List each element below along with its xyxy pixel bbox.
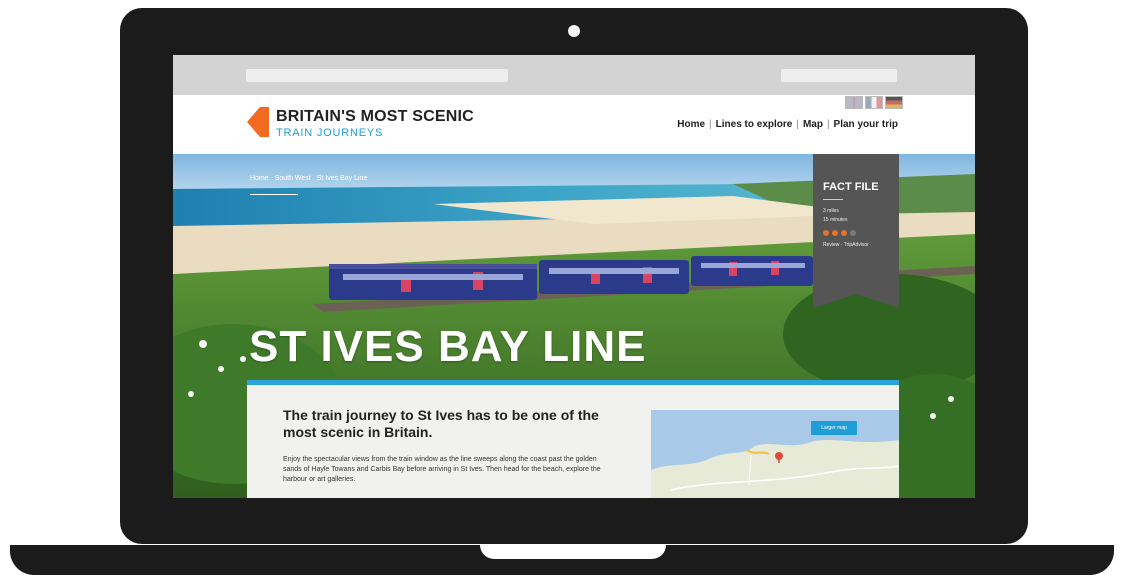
laptop-screen: BRITAIN'S MOST SCENIC TRAIN JOURNEYS Hom… (173, 55, 975, 498)
hero-title: ST IVES BAY LINE (249, 322, 647, 371)
nav-lines-to-explore[interactable]: Lines to explore (716, 119, 793, 130)
germany-flag-icon[interactable] (885, 96, 903, 109)
rating-star-icon (823, 230, 829, 236)
map-image (651, 410, 899, 498)
breadcrumb-home[interactable]: Home (250, 175, 269, 182)
address-bar[interactable] (246, 69, 508, 82)
uk-flag-icon[interactable] (845, 96, 863, 109)
fact-file-divider (823, 199, 843, 200)
rating-star-empty-icon (850, 230, 856, 236)
fact-file-review[interactable]: Review · TripAdvisor (823, 242, 869, 248)
site-header: BRITAIN'S MOST SCENIC TRAIN JOURNEYS Hom… (173, 95, 975, 154)
webcam (568, 25, 580, 37)
browser-toolbar (173, 55, 975, 95)
logo-title[interactable]: BRITAIN'S MOST SCENIC (276, 108, 474, 126)
larger-map-button[interactable]: Larger map (811, 421, 857, 435)
nav-home[interactable]: Home (677, 119, 705, 130)
logo-subtitle[interactable]: TRAIN JOURNEYS (276, 127, 383, 139)
breadcrumb-underline (250, 194, 298, 195)
fact-file-panel: FACT FILE 3 miles 15 minutes Review · Tr… (813, 154, 899, 294)
fact-file-ribbon-tail (813, 294, 899, 308)
language-selector (845, 96, 903, 109)
breadcrumb-current[interactable]: St Ives Bay Line (317, 175, 368, 182)
nav-plan-your-trip[interactable]: Plan your trip (834, 119, 898, 130)
nav-separator: | (826, 119, 830, 130)
nav-separator: | (709, 119, 712, 130)
intro-card: The train journey to St Ives has to be o… (247, 380, 899, 498)
fact-file-duration: 15 minutes (823, 217, 848, 223)
intro-body: Enjoy the spectacular views from the tra… (283, 456, 601, 483)
rating-star-icon (841, 230, 847, 236)
laptop-notch (480, 545, 666, 559)
intro-heading: The train journey to St Ives has to be o… (283, 407, 599, 440)
nav-map[interactable]: Map (803, 119, 823, 130)
hero-banner: Home South West St Ives Bay Line FACT FI… (173, 154, 975, 498)
logo-icon (247, 107, 269, 137)
nav-separator: | (796, 119, 799, 130)
rating-star-icon (832, 230, 838, 236)
search-bar[interactable] (781, 69, 897, 82)
france-flag-icon[interactable] (865, 96, 883, 109)
fact-file-distance: 3 miles (823, 208, 839, 214)
breadcrumb: Home South West St Ives Bay Line (250, 175, 367, 182)
breadcrumb-south-west[interactable]: South West (275, 175, 311, 182)
route-map[interactable]: Larger map (651, 410, 899, 498)
fact-file-title: FACT FILE (823, 181, 879, 193)
main-navigation: Home | Lines to explore | Map | Plan you… (677, 119, 898, 130)
